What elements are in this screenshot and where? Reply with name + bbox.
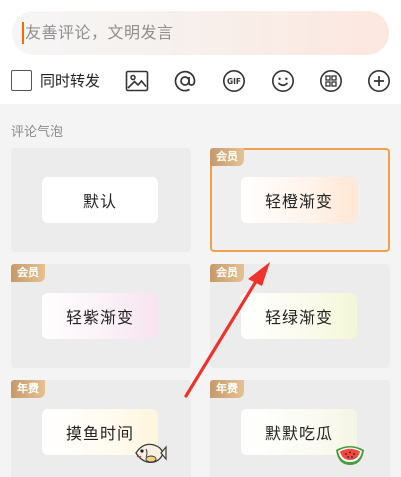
annotation-arrow-icon <box>184 262 270 398</box>
